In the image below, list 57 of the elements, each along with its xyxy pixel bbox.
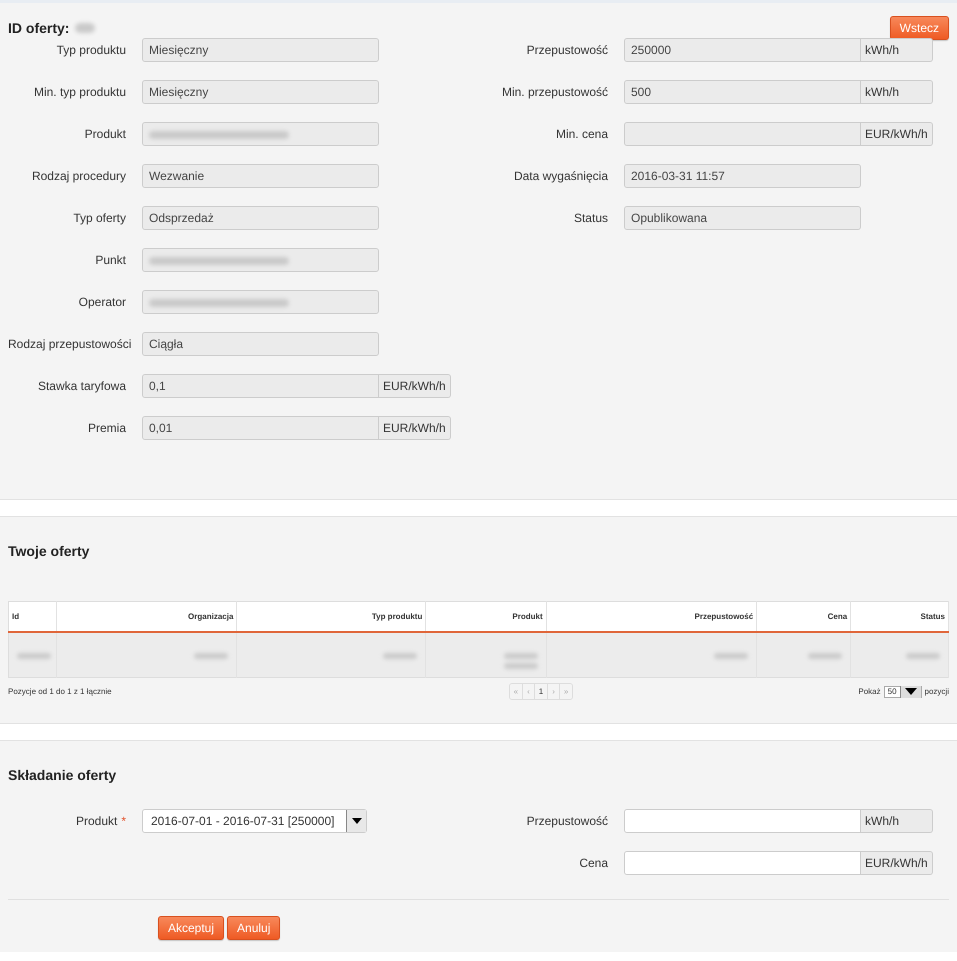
read-only-field: 0,1	[142, 374, 379, 398]
read-only-field: Odsprzedaż	[142, 206, 379, 230]
field-label: Przepustowość	[526, 814, 609, 828]
field-label: Punkt	[94, 253, 127, 267]
field-label: Typ produktu	[56, 43, 127, 57]
dropdown-arrow-icon	[350, 817, 362, 825]
field-label: Cena	[578, 856, 609, 870]
page-size-label: pozycji	[924, 687, 949, 696]
field-label: Stawka taryfowa	[36, 379, 127, 393]
read-only-field: Miesięczny	[142, 80, 379, 104]
unit-label: kWh/h	[861, 80, 933, 104]
field-label: Produkt *	[74, 814, 127, 828]
required-mark: *	[121, 814, 126, 828]
section-title: Składanie oferty	[8, 766, 118, 785]
field-label: Produkt	[84, 127, 127, 141]
read-only-field: Wezwanie	[142, 164, 379, 188]
product-dropdown[interactable]: 2016-07-01 - 2016-07-31 [250000]	[142, 809, 367, 833]
field-label: Status	[572, 211, 609, 225]
read-only-field: 2016-03-31 11:57	[624, 164, 861, 188]
unit-label: kWh/h	[861, 38, 933, 62]
page-button[interactable]: 1	[534, 684, 548, 699]
redacted-value	[714, 652, 748, 659]
input-field[interactable]	[624, 809, 861, 833]
redacted-value	[504, 652, 538, 659]
table-summary: Pozycje od 1 do 1 z 1 łącznie	[8, 687, 112, 696]
field-label: Min. cena	[554, 127, 609, 141]
field-label: Typ oferty	[72, 211, 127, 225]
input-field[interactable]	[624, 851, 861, 875]
read-only-field: Opublikowana	[624, 206, 861, 230]
read-only-field: 0,01	[142, 416, 379, 440]
field-label: Premia	[86, 421, 127, 435]
redacted-value	[906, 652, 940, 659]
field-label: Rodzaj przepustowości	[8, 337, 132, 351]
dropdown-arrow-icon	[902, 687, 919, 696]
field-label: Min. typ produktu	[32, 85, 127, 99]
redacted-value	[808, 652, 842, 659]
read-only-field: 500	[624, 80, 861, 104]
read-only-field: Miesięczny	[142, 38, 379, 62]
page-size-label: Pokaż	[858, 687, 881, 696]
redacted-value	[17, 652, 51, 659]
page-size-select[interactable]: 50	[884, 686, 922, 698]
field-label: Operator	[78, 295, 127, 309]
field-label: Przepustowość	[526, 43, 609, 57]
redacted-value	[194, 652, 228, 659]
read-only-field: 250000	[624, 38, 861, 62]
field-label: Data wygaśnięcia	[512, 169, 609, 183]
field-label: Min. przepustowość	[500, 85, 609, 99]
redacted-value	[383, 652, 418, 659]
field-label: Rodzaj procedury	[30, 169, 127, 183]
unit-label: EUR/kWh/h	[861, 122, 933, 146]
read-only-field: Ciągła	[142, 332, 379, 356]
unit-label: EUR/kWh/h	[379, 374, 451, 398]
section-title: ID oferty:	[8, 20, 70, 36]
unit-label: EUR/kWh/h	[861, 851, 933, 875]
unit-label: kWh/h	[861, 809, 933, 833]
section-title: Twoje oferty	[8, 542, 90, 561]
unit-label: EUR/kWh/h	[379, 416, 451, 440]
